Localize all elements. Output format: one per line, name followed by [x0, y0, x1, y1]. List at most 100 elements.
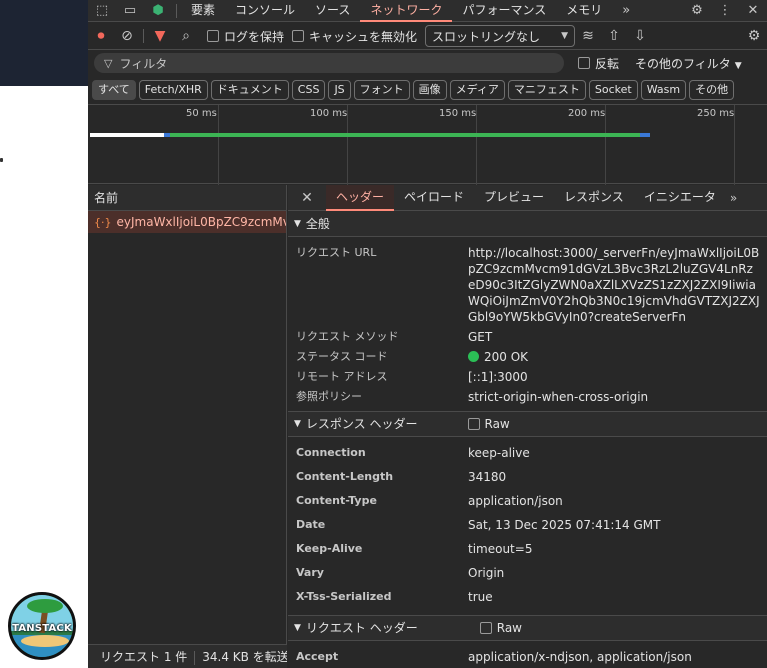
timeline-waiting-bar [90, 133, 164, 137]
request-header-row: Accept application/x-ndjson, application/… [296, 650, 692, 664]
type-filter-document[interactable]: ドキュメント [210, 80, 289, 100]
timeline-overview[interactable]: 50 ms 100 ms 150 ms 200 ms 250 ms [88, 104, 767, 185]
request-raw-checkbox[interactable]: Raw [479, 615, 522, 641]
import-har-icon[interactable]: ⇧ [601, 28, 627, 44]
type-filter-js[interactable]: JS [328, 80, 351, 100]
timeline-tick-label: 200 ms [568, 108, 606, 119]
general-row-referrer: 参照ポリシー strict-origin-when-cross-origin [296, 390, 649, 404]
general-row-method: リクエスト メソッド GET [296, 330, 493, 344]
chevron-down-icon: ▼ [734, 60, 742, 71]
request-headers-section-header[interactable]: ▼ リクエスト ヘッダー Raw [288, 615, 767, 641]
tab-network[interactable]: ネットワーク [360, 0, 453, 22]
page-bullet [0, 158, 3, 162]
general-row-status: ステータス コード 200 OK [296, 350, 529, 364]
status-ok-dot-icon [468, 351, 479, 362]
type-filter-wasm[interactable]: Wasm [640, 80, 687, 100]
type-filter-other[interactable]: その他 [689, 80, 735, 100]
type-filter-css[interactable]: CSS [291, 80, 326, 100]
more-detail-tabs-icon[interactable]: » [730, 191, 737, 205]
response-header-row: Vary Origin [296, 566, 505, 580]
settings-gear-icon[interactable]: ⚙ [683, 3, 711, 18]
timeline-tick-label: 100 ms [310, 108, 348, 119]
funnel-icon: ▽ [104, 56, 113, 70]
request-row[interactable]: {·} eyJmaWxlIjoiL0BpZC9zcmMvcm91dGVzL3Bvc… [88, 211, 286, 233]
collapse-triangle-icon: ▼ [294, 419, 301, 429]
kebab-menu-icon[interactable]: ⋮ [711, 3, 739, 18]
tab-response[interactable]: レスポンス [554, 185, 634, 211]
filter-funnel-icon[interactable]: ▼ [147, 28, 173, 44]
response-header-row: Content-Length 34180 [296, 470, 507, 484]
tanstack-logo[interactable]: TANSTACK [8, 592, 76, 660]
tab-performance[interactable]: パフォーマンス [452, 0, 556, 22]
transferred-size: 34.4 KB を転送 [202, 650, 287, 664]
request-list: 名前 {·} eyJmaWxlIjoiL0BpZC9zcmMvcm91dGVzL3… [88, 185, 287, 668]
network-status-bar: リクエスト 1 件 34.4 KB を転送 [88, 644, 287, 668]
tab-sources[interactable]: ソース [305, 0, 360, 22]
more-tabs-icon[interactable]: » [612, 3, 640, 18]
type-filter-socket[interactable]: Socket [588, 80, 638, 100]
timeline-end-bar [640, 133, 650, 137]
type-filter-manifest[interactable]: マニフェスト [507, 80, 586, 100]
type-filter-media[interactable]: メディア [449, 80, 505, 100]
column-name-header[interactable]: 名前 [88, 185, 286, 211]
fetch-request-icon: {·} [94, 216, 112, 229]
response-header-row: Connection keep-alive [296, 446, 530, 460]
devtools-tabbar: ⬚ ▭ ⬢ 要素 コンソール ソース ネットワーク パフォーマンス メモリ » … [88, 0, 767, 22]
response-header-row: Content-Type application/json [296, 494, 563, 508]
device-toolbar-icon[interactable]: ▭ [116, 3, 144, 18]
request-count: リクエスト 1 件 [100, 650, 188, 664]
chevron-down-icon: ▼ [561, 31, 569, 41]
search-icon[interactable]: ⌕ [173, 28, 199, 44]
request-details-pane: ✕ ヘッダー ペイロード プレビュー レスポンス イニシエータ » ▼ 全般 リ… [288, 185, 767, 668]
response-raw-checkbox[interactable]: Raw [467, 411, 510, 437]
timeline-tick-label: 50 ms [186, 108, 217, 119]
invert-checkbox[interactable]: 反転 [578, 55, 619, 72]
tab-headers[interactable]: ヘッダー [326, 185, 395, 211]
network-toolbar: ⏺ ⊘ ▼ ⌕ ログを保持 キャッシュを無効化 スロットリングなし ▼ ≋ ⇧ … [88, 23, 767, 50]
logo-text: TANSTACK [12, 623, 72, 634]
response-headers-section-header[interactable]: ▼ レスポンス ヘッダー Raw [288, 411, 767, 437]
collapse-triangle-icon: ▼ [294, 623, 301, 633]
response-header-row: Keep-Alive timeout=5 [296, 542, 533, 556]
general-section-header[interactable]: ▼ 全般 [288, 211, 767, 237]
details-tabbar: ✕ ヘッダー ペイロード プレビュー レスポンス イニシエータ » [288, 185, 767, 211]
tab-console[interactable]: コンソール [225, 0, 305, 22]
request-url-value[interactable]: http://localhost:3000/_serverFn/eyJmaWxl… [468, 243, 760, 327]
type-filter-font[interactable]: フォント [353, 80, 410, 100]
type-filter-image[interactable]: 画像 [412, 80, 447, 100]
inspect-element-icon[interactable]: ⬚ [88, 3, 116, 18]
more-filters-dropdown[interactable]: その他のフィルタ ▼ [635, 55, 742, 72]
page-header [0, 0, 88, 86]
vue-extension-icon[interactable]: ⬢ [144, 3, 172, 18]
request-name: eyJmaWxlIjoiL0BpZC9zcmMvcm91dGVzL3Bvc3Rz… [116, 215, 287, 229]
tab-initiator[interactable]: イニシエータ [634, 185, 726, 211]
filter-input[interactable]: ▽ フィルタ [94, 53, 564, 73]
tab-memory[interactable]: メモリ [556, 0, 612, 22]
close-devtools-icon[interactable]: ✕ [739, 3, 767, 18]
general-row-url: リクエスト URL http://localhost:3000/_serverF… [288, 243, 767, 327]
disable-cache-checkbox[interactable]: キャッシュを無効化 [292, 28, 417, 45]
close-details-icon[interactable]: ✕ [288, 190, 326, 206]
timeline-download-bar [170, 133, 646, 137]
network-conditions-icon[interactable]: ≋ [575, 28, 601, 44]
type-filter-fetch-xhr[interactable]: Fetch/XHR [138, 80, 208, 100]
clear-icon[interactable]: ⊘ [114, 28, 140, 44]
type-filter-all[interactable]: すべて [92, 80, 136, 100]
filter-bar: ▽ フィルタ 反転 その他のフィルタ ▼ [88, 51, 767, 75]
network-settings-gear-icon[interactable]: ⚙ [741, 28, 767, 44]
response-header-row: X-Tss-Serialized true [296, 590, 493, 604]
status-code-value: 200 OK [484, 350, 529, 364]
general-row-remote: リモート アドレス [::1]:3000 [296, 370, 528, 384]
export-har-icon[interactable]: ⇩ [627, 28, 653, 44]
tab-elements[interactable]: 要素 [181, 0, 225, 22]
tab-payload[interactable]: ペイロード [394, 185, 474, 211]
timeline-tick-label: 250 ms [697, 108, 735, 119]
tab-preview[interactable]: プレビュー [474, 185, 554, 211]
record-stop-icon[interactable]: ⏺ [88, 28, 114, 44]
collapse-triangle-icon: ▼ [294, 218, 301, 229]
response-header-row: Date Sat, 13 Dec 2025 07:41:14 GMT [296, 518, 661, 532]
resource-type-filters: すべて Fetch/XHR ドキュメント CSS JS フォント 画像 メディア… [88, 78, 767, 102]
page-area: TANSTACK [0, 0, 88, 668]
preserve-log-checkbox[interactable]: ログを保持 [207, 28, 284, 45]
throttling-select[interactable]: スロットリングなし ▼ [425, 25, 576, 47]
